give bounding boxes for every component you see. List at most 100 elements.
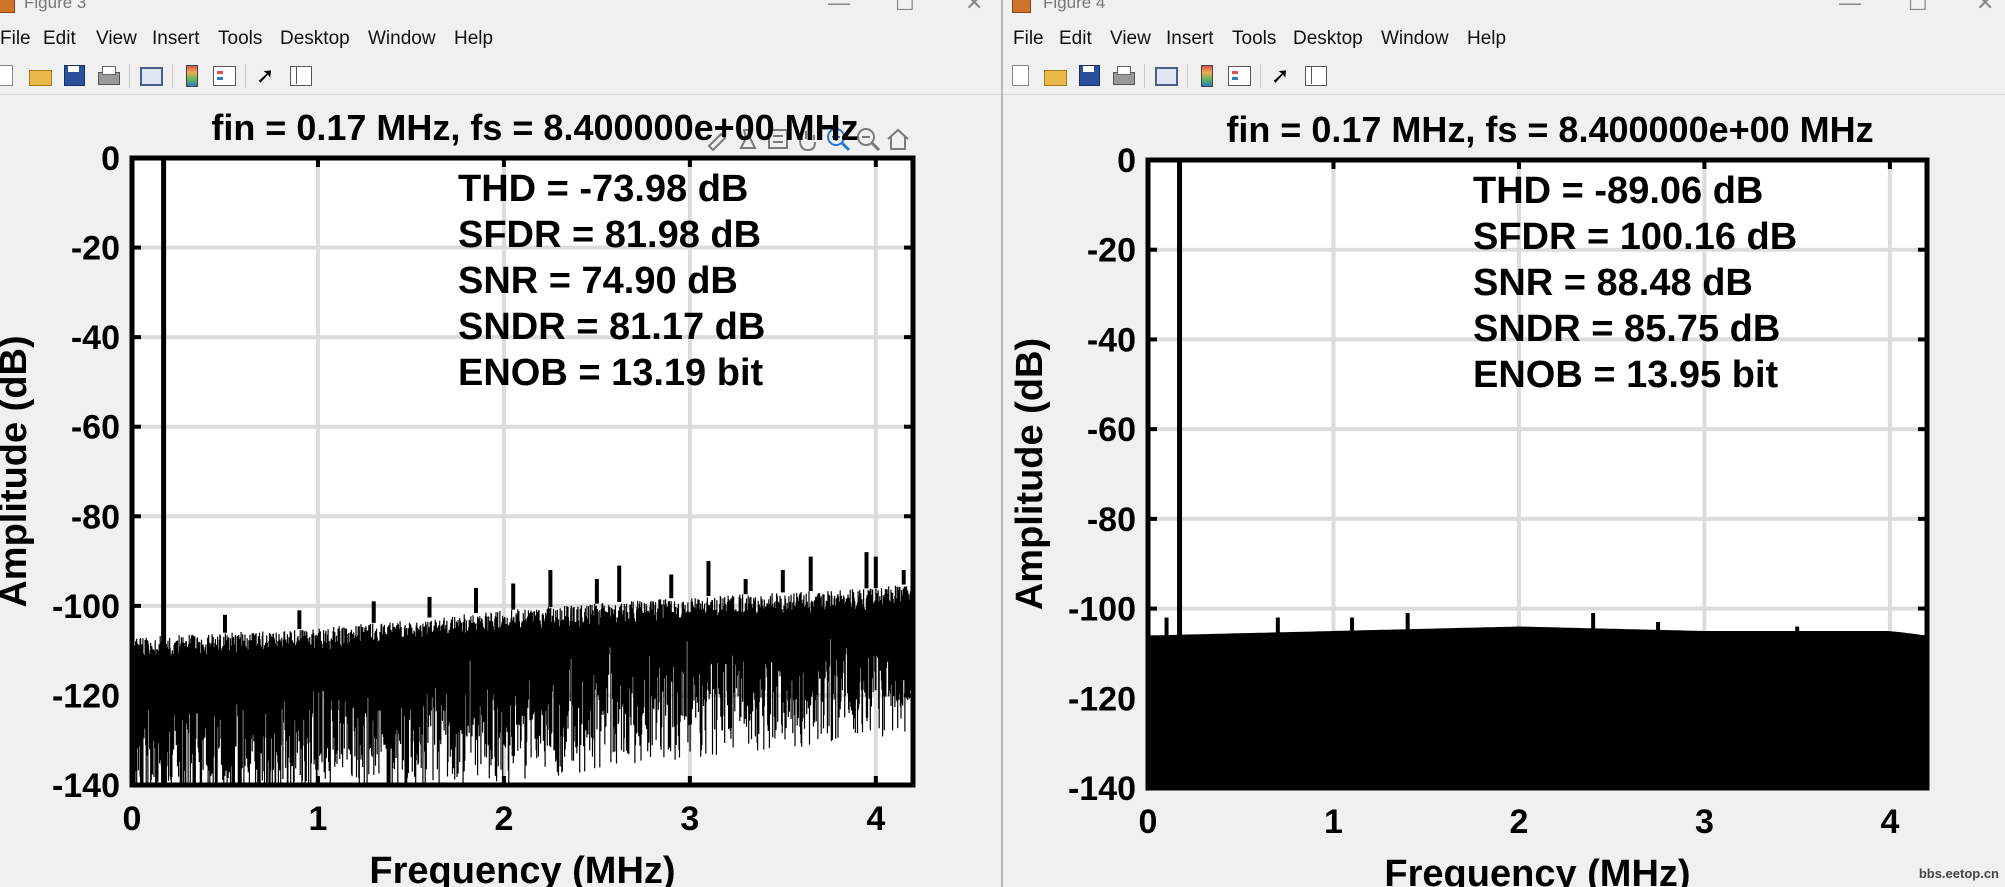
toolbar-separator — [245, 64, 246, 88]
matlab-icon — [0, 0, 15, 13]
new-figure-icon[interactable] — [0, 63, 17, 88]
metric-annotation: SNR = 88.48 dB — [1473, 262, 1753, 304]
menu-tools[interactable]: Tools — [218, 28, 262, 50]
menu-window[interactable]: Window — [1381, 28, 1449, 50]
menu-view[interactable]: View — [1110, 28, 1151, 50]
open-file-icon[interactable] — [1043, 63, 1068, 88]
y-tick-label: -60 — [1087, 411, 1136, 449]
menu-help[interactable]: Help — [454, 28, 493, 50]
x-tick-label: 3 — [680, 800, 699, 838]
edit-plot-arrow-icon[interactable]: ➚ — [1271, 63, 1296, 88]
menu-view[interactable]: View — [96, 28, 137, 50]
link-plot-icon[interactable] — [1153, 63, 1178, 88]
metric-annotation: SNDR = 85.75 dB — [1473, 308, 1780, 350]
spectrum-plot-figure-3: 0 1 2 3 4 0 -20 -40 -60 -80 -100 -120 -140 Frequency … — [0, 108, 916, 887]
menu-help[interactable]: Help — [1467, 28, 1506, 50]
menu-edit[interactable]: Edit — [1059, 28, 1092, 50]
colorbar-icon[interactable] — [180, 63, 205, 88]
x-tick-label: 4 — [1880, 803, 1899, 841]
menu-bar: File Edit View Insert Tools Desktop Wind… — [1003, 24, 2005, 56]
figure-toolbar: ➚ — [0, 58, 1001, 95]
plot-title: fin = 0.17 MHz, fs = 8.400000e+00 MHz — [211, 108, 858, 148]
save-icon[interactable] — [1077, 63, 1102, 88]
matlab-icon — [1012, 0, 1031, 13]
toolbar-separator — [1187, 64, 1188, 88]
toolbar-separator — [1144, 64, 1145, 88]
menu-insert[interactable]: Insert — [1166, 28, 1214, 50]
y-axis-label: Amplitude (dB) — [0, 335, 35, 607]
print-icon[interactable] — [1111, 63, 1136, 88]
y-tick-label: -140 — [1068, 770, 1136, 808]
colorbar-icon[interactable] — [1195, 63, 1220, 88]
metric-annotation: SNDR = 81.17 dB — [458, 306, 765, 348]
menu-insert[interactable]: Insert — [152, 28, 200, 50]
menu-desktop[interactable]: Desktop — [280, 28, 350, 50]
legend-icon[interactable] — [1227, 63, 1252, 88]
menu-desktop[interactable]: Desktop — [1293, 28, 1363, 50]
metric-annotation: THD = -89.06 dB — [1473, 170, 1763, 212]
metric-annotation: SFDR = 100.16 dB — [1473, 216, 1797, 258]
minimize-icon[interactable]: — — [1839, 0, 1861, 16]
x-tick-label: 2 — [1509, 803, 1528, 841]
x-axis-label: Frequency (MHz) — [1384, 853, 1690, 887]
print-icon[interactable] — [96, 63, 121, 88]
y-axis-label: Amplitude (dB) — [1009, 338, 1051, 610]
x-tick-label: 3 — [1695, 803, 1714, 841]
figure-4-window: Figure 4 — ☐ ✕ File Edit View Insert Too… — [1003, 0, 2005, 887]
menu-tools[interactable]: Tools — [1232, 28, 1276, 50]
y-tick-label: -20 — [71, 230, 120, 268]
x-tick-label: 2 — [494, 800, 513, 838]
plot-title: fin = 0.17 MHz, fs = 8.400000e+00 MHz — [1226, 109, 1873, 150]
close-icon[interactable]: ✕ — [965, 0, 983, 16]
minimize-icon[interactable]: — — [828, 0, 850, 16]
metric-annotation: ENOB = 13.19 bit — [458, 352, 764, 394]
y-tick-label: -120 — [52, 677, 120, 715]
link-plot-icon[interactable] — [138, 63, 163, 88]
window-title: Figure 3 — [24, 0, 87, 12]
property-inspector-icon[interactable] — [1303, 63, 1328, 88]
figure-3-window: Figure 3 — ☐ ✕ File Edit View Insert Too… — [0, 0, 1003, 887]
toolbar-separator — [1260, 64, 1261, 88]
y-tick-label: 0 — [101, 140, 120, 178]
watermark: bbs.eetop.cn — [1918, 866, 1999, 881]
metric-annotation: THD = -73.98 dB — [458, 168, 748, 210]
menu-file[interactable]: File — [0, 28, 31, 50]
y-tick-label: -40 — [71, 319, 120, 357]
spectrum-plot-figure-4: 0 1 2 3 4 0 -20 -40 -60 -80 -100 -120 -140 Frequency … — [1009, 109, 1930, 887]
x-tick-label: 1 — [308, 800, 327, 838]
metric-annotation: SFDR = 81.98 dB — [458, 214, 761, 256]
toolbar-separator — [172, 64, 173, 88]
menu-window[interactable]: Window — [368, 28, 436, 50]
figure-toolbar: ➚ — [1003, 58, 2005, 95]
y-tick-label: -100 — [52, 588, 120, 626]
y-tick-label: -20 — [1087, 232, 1136, 270]
maximize-icon[interactable]: ☐ — [895, 0, 915, 16]
menu-file[interactable]: File — [1013, 28, 1044, 50]
close-icon[interactable]: ✕ — [1976, 0, 1994, 16]
title-bar: Figure 4 — ☐ ✕ — [1003, 0, 2005, 20]
x-tick-label: 4 — [866, 800, 885, 838]
x-axis-label: Frequency (MHz) — [369, 850, 675, 887]
y-tick-label: 0 — [1117, 142, 1136, 180]
y-tick-label: -120 — [1068, 680, 1136, 718]
x-tick-label: 0 — [123, 800, 142, 838]
save-icon[interactable] — [62, 63, 87, 88]
menu-bar: File Edit View Insert Tools Desktop Wind… — [0, 24, 1001, 56]
new-figure-icon[interactable] — [1008, 63, 1033, 88]
edit-plot-arrow-icon[interactable]: ➚ — [256, 63, 281, 88]
legend-icon[interactable] — [212, 63, 237, 88]
y-tick-label: -40 — [1087, 321, 1136, 359]
y-tick-label: -100 — [1068, 591, 1136, 629]
open-file-icon[interactable] — [28, 63, 53, 88]
property-inspector-icon[interactable] — [288, 63, 313, 88]
metric-annotation: SNR = 74.90 dB — [458, 260, 738, 302]
title-bar: Figure 3 — ☐ ✕ — [0, 0, 1001, 20]
maximize-icon[interactable]: ☐ — [1908, 0, 1928, 16]
x-tick-label: 0 — [1139, 803, 1158, 841]
y-tick-label: -140 — [52, 767, 120, 805]
menu-edit[interactable]: Edit — [43, 28, 76, 50]
y-tick-label: -80 — [1087, 501, 1136, 539]
x-tick-label: 1 — [1324, 803, 1343, 841]
toolbar-separator — [129, 64, 130, 88]
metric-annotation: ENOB = 13.95 bit — [1473, 354, 1779, 396]
